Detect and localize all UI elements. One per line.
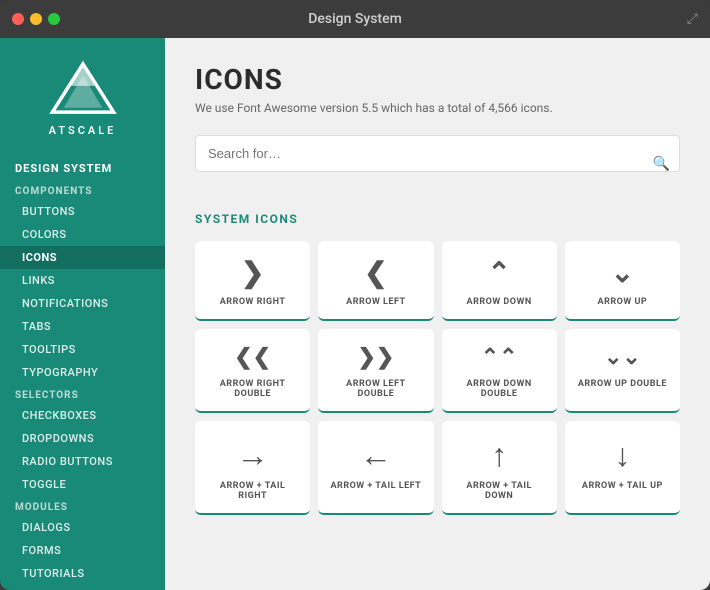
icon-card-arrow-up-double: ⌄⌄ ARROW UP DOUBLE — [565, 329, 680, 413]
logo-area: ATSCALE — [0, 38, 165, 152]
app-body: ATSCALE DESIGN SYSTEM Components BUTTONS… — [0, 38, 710, 590]
search-icon: 🔍 — [653, 156, 670, 172]
arrow-up-label: ARROW UP — [598, 297, 648, 307]
arrow-tail-left-label: ARROW + TAIL LEFT — [331, 481, 422, 491]
arrow-tail-up-label: ARROW + TAIL UP — [582, 481, 663, 491]
maximize-button[interactable] — [48, 13, 60, 25]
icon-card-arrow-down: ⌃ ARROW DOWN — [442, 241, 557, 321]
arrow-down-double-label: ARROW DOWN DOUBLE — [452, 379, 547, 399]
search-input[interactable] — [195, 135, 680, 172]
sidebar-section-selectors: Selectors — [0, 384, 165, 404]
content-area: 🔍 SYSTEM ICONS ❯ ARROW RIGHT ❮ ARROW LEF… — [165, 135, 710, 535]
logo-text: ATSCALE — [49, 124, 117, 137]
arrow-down-label: ARROW DOWN — [467, 297, 532, 307]
icon-card-arrow-tail-left: ← ARROW + TAIL LEFT — [318, 421, 433, 515]
arrow-tail-right-label: ARROW + TAIL RIGHT — [205, 481, 300, 501]
arrow-tail-left-icon: ← — [360, 439, 392, 471]
arrow-left-icon: ❮ — [364, 259, 387, 287]
sidebar-item-widgets[interactable]: WIDGETS — [0, 585, 165, 590]
arrow-up-icon: ⌄ — [611, 259, 634, 287]
arrow-down-icon: ⌃ — [487, 259, 510, 287]
icon-card-arrow-right: ❯ ARROW RIGHT — [195, 241, 310, 321]
sidebar-item-radio-buttons[interactable]: RADIO BUTTONS — [0, 450, 165, 473]
sidebar-item-notifications[interactable]: NOTIFICATIONS — [0, 292, 165, 315]
sidebar-item-icons[interactable]: ICONS — [0, 246, 165, 269]
arrow-tail-up-icon: ↓ — [614, 439, 630, 471]
sidebar-item-buttons[interactable]: BUTTONS — [0, 200, 165, 223]
icon-card-arrow-up: ⌄ ARROW UP — [565, 241, 680, 321]
search-wrapper: 🔍 — [195, 135, 680, 192]
sidebar-section-components: Components — [0, 180, 165, 200]
arrow-tail-down-icon: ↑ — [491, 439, 507, 471]
arrow-right-double-icon: ❮❮ — [234, 347, 271, 369]
sidebar-item-toggle[interactable]: TOGGLE — [0, 473, 165, 496]
icon-card-arrow-tail-down: ↑ ARROW + TAIL DOWN — [442, 421, 557, 515]
titlebar: Design System ⤢ — [0, 0, 710, 38]
window-title: Design System — [308, 11, 402, 27]
main-content: ICONS We use Font Awesome version 5.5 wh… — [165, 38, 710, 590]
close-button[interactable] — [12, 13, 24, 25]
sidebar-item-dropdowns[interactable]: DROPDOWNS — [0, 427, 165, 450]
arrow-right-icon: ❯ — [241, 259, 264, 287]
arrow-tail-down-label: ARROW + TAIL DOWN — [452, 481, 547, 501]
sidebar: ATSCALE DESIGN SYSTEM Components BUTTONS… — [0, 38, 165, 590]
arrow-up-double-icon: ⌄⌄ — [604, 347, 641, 369]
arrow-down-double-icon: ⌃⌃ — [481, 347, 518, 369]
section-label: SYSTEM ICONS — [195, 212, 680, 226]
icon-card-arrow-down-double: ⌃⌃ ARROW DOWN DOUBLE — [442, 329, 557, 413]
sidebar-item-dialogs[interactable]: DIALOGS — [0, 516, 165, 539]
arrow-up-double-label: ARROW UP DOUBLE — [578, 379, 667, 389]
sidebar-item-tooltips[interactable]: TOOLTIPS — [0, 338, 165, 361]
sidebar-item-links[interactable]: LINKS — [0, 269, 165, 292]
sidebar-item-colors[interactable]: COLORS — [0, 223, 165, 246]
design-system-label: DESIGN SYSTEM — [0, 152, 165, 180]
sidebar-item-tutorials[interactable]: TUTORIALS — [0, 562, 165, 585]
page-subtitle: We use Font Awesome version 5.5 which ha… — [195, 101, 680, 115]
page-header: ICONS We use Font Awesome version 5.5 wh… — [165, 38, 710, 135]
sidebar-section-modules: Modules — [0, 496, 165, 516]
arrow-left-double-icon: ❯❯ — [357, 347, 394, 369]
arrow-right-label: ARROW RIGHT — [220, 297, 286, 307]
minimize-button[interactable] — [30, 13, 42, 25]
arrow-left-double-label: ARROW LEFT DOUBLE — [328, 379, 423, 399]
sidebar-item-checkboxes[interactable]: CHECKBOXES — [0, 404, 165, 427]
icon-card-arrow-right-double: ❮❮ ARROW RIGHT DOUBLE — [195, 329, 310, 413]
arrow-right-double-label: ARROW RIGHT DOUBLE — [205, 379, 300, 399]
icon-card-arrow-tail-up: ↓ ARROW + TAIL UP — [565, 421, 680, 515]
icon-card-arrow-left-double: ❯❯ ARROW LEFT DOUBLE — [318, 329, 433, 413]
sidebar-item-typography[interactable]: TYPOGRAPHY — [0, 361, 165, 384]
sidebar-item-tabs[interactable]: TABS — [0, 315, 165, 338]
atscale-logo — [48, 58, 118, 118]
traffic-lights — [12, 13, 60, 25]
page-title: ICONS — [195, 63, 680, 96]
icon-card-arrow-left: ❮ ARROW LEFT — [318, 241, 433, 321]
sidebar-item-forms[interactable]: FORMS — [0, 539, 165, 562]
arrow-tail-right-icon: → — [237, 439, 269, 471]
arrow-left-label: ARROW LEFT — [346, 297, 405, 307]
icon-card-arrow-tail-right: → ARROW + TAIL RIGHT — [195, 421, 310, 515]
expand-icon[interactable]: ⤢ — [687, 11, 698, 27]
app-window: Design System ⤢ ATSCALE DESIGN SYSTEM Co… — [0, 0, 710, 590]
icons-grid: ❯ ARROW RIGHT ❮ ARROW LEFT ⌃ ARROW DOWN … — [195, 241, 680, 515]
